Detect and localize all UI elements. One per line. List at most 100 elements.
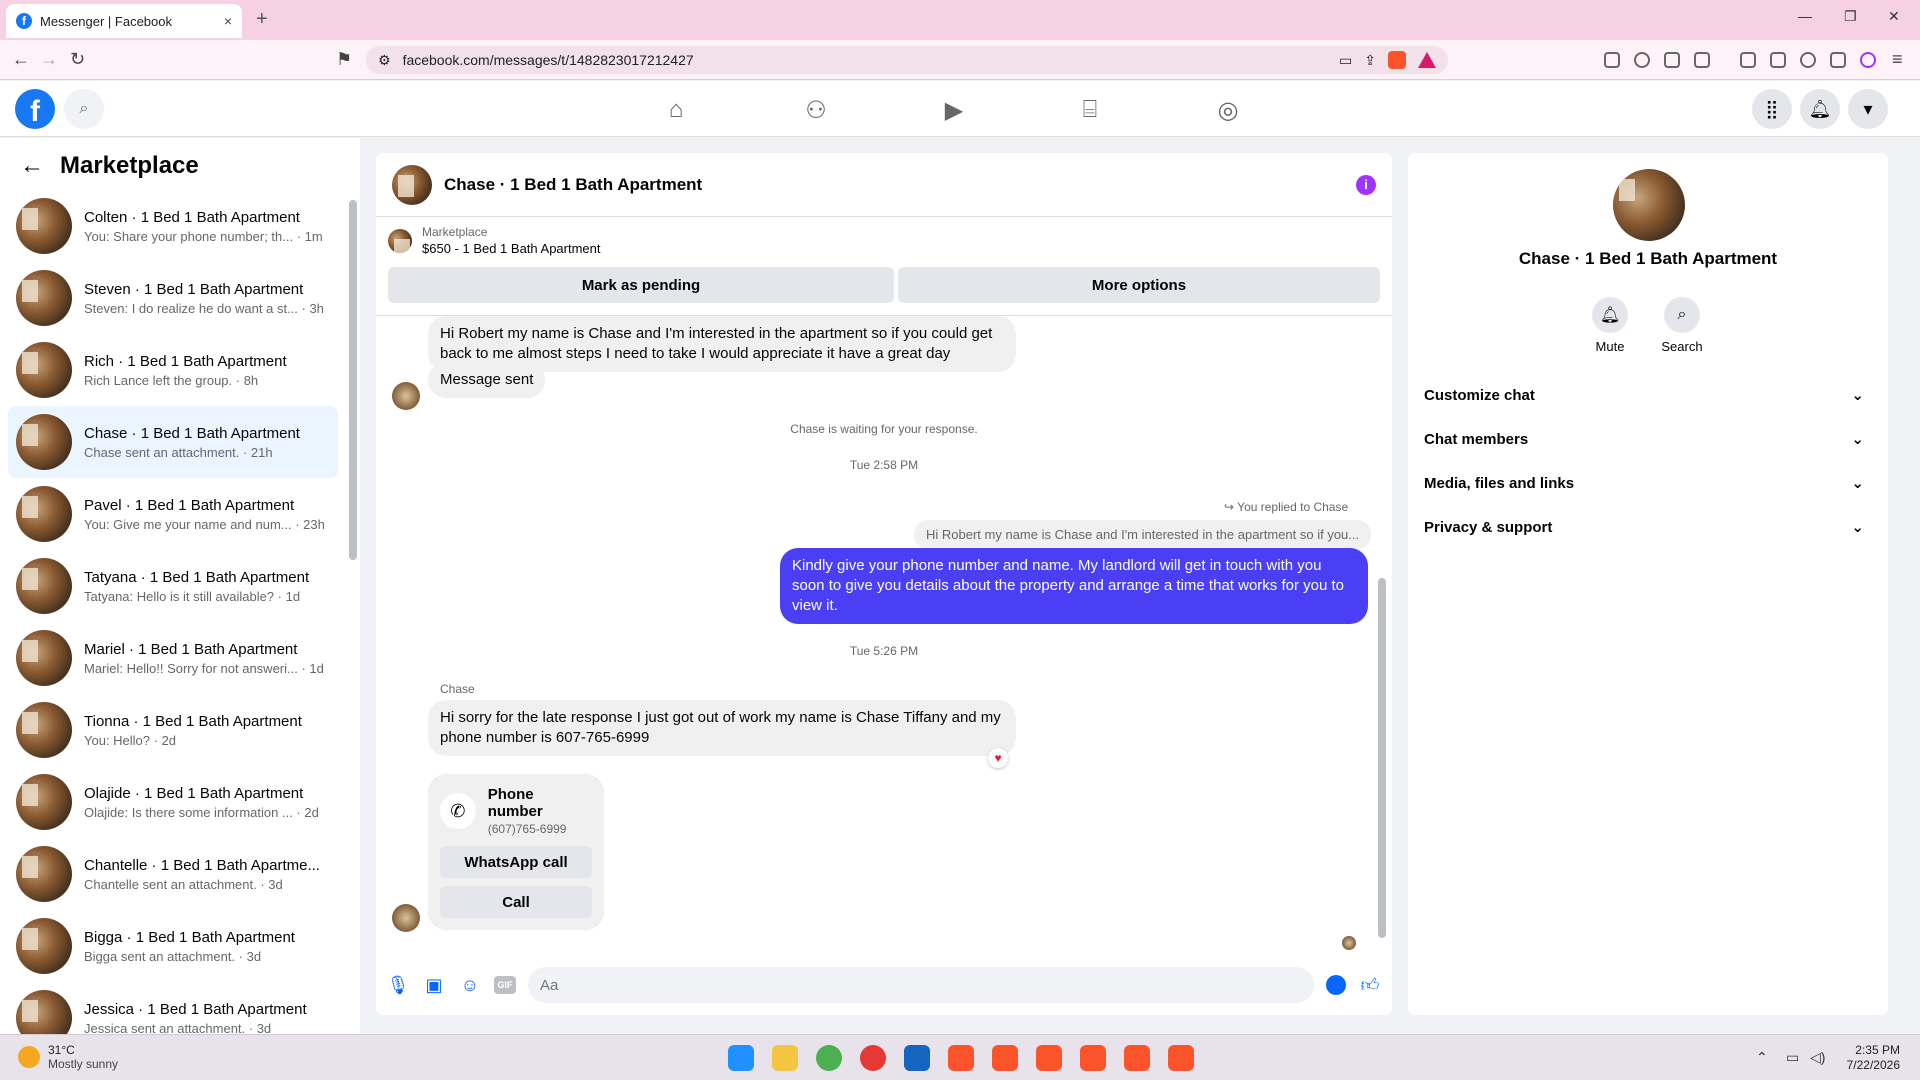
url-text[interactable]: facebook.com/messages/t/1482823017212427 [403, 52, 1327, 68]
search-button[interactable]: ⌕ Search [1652, 297, 1712, 354]
heart-reaction-icon[interactable]: ♥ [988, 748, 1008, 768]
image-icon[interactable]: ▣ [422, 973, 446, 997]
like-icon[interactable]: 👍︎ [1358, 973, 1382, 997]
menu-grid-icon[interactable]: ⣿ [1752, 89, 1792, 129]
facebook-logo-icon[interactable]: f [15, 89, 55, 129]
brave-icon[interactable] [1080, 1045, 1106, 1071]
conversation-item[interactable]: Tionna · 1 Bed 1 Bath Apartment You: Hell… [8, 694, 338, 766]
sidebar-icon[interactable] [1740, 52, 1756, 68]
share-icon[interactable]: ⇪ [1364, 52, 1376, 69]
close-tab-icon[interactable]: × [224, 13, 232, 29]
back-arrow-icon[interactable]: ← [20, 152, 44, 180]
close-window-icon[interactable]: ✕ [1888, 8, 1900, 25]
leo-icon[interactable] [1800, 52, 1816, 68]
avatar[interactable] [392, 164, 432, 205]
menu-icon[interactable]: ≡ [1892, 49, 1903, 70]
message-thread: Hi Robert my name is Chase and I'm inter… [376, 315, 1392, 955]
home-icon[interactable]: ⌂ [656, 93, 696, 127]
customize-chat-section[interactable]: Customize chat ⌄ [1424, 377, 1872, 413]
extension-icon[interactable] [1634, 52, 1650, 68]
conversation-item[interactable]: Rich · 1 Bed 1 Bath Apartment Rich Lance … [8, 334, 338, 406]
account-dropdown-icon[interactable]: ▾ [1848, 89, 1888, 129]
back-icon[interactable]: ← [12, 49, 30, 70]
start-icon[interactable] [728, 1045, 754, 1071]
groups-icon[interactable]: ◎ [1208, 93, 1248, 127]
brave-icon[interactable] [1124, 1045, 1150, 1071]
conversation-name: Tionna · 1 Bed 1 Bath Apartment [84, 712, 302, 730]
search-icon[interactable]: ⌕ [64, 89, 104, 129]
marketplace-icon[interactable]: ⌸ [1070, 93, 1110, 127]
conversation-item[interactable]: Chantelle · 1 Bed 1 Bath Apartme... Chant… [8, 838, 338, 910]
brave-icon[interactable] [1168, 1045, 1194, 1071]
more-options-button[interactable]: More options [898, 267, 1380, 303]
brave-rewards-icon[interactable] [1418, 52, 1436, 68]
restore-icon[interactable]: ❐ [1844, 8, 1857, 25]
volume-icon[interactable]: ◁) [1810, 1049, 1825, 1066]
weather-widget[interactable]: 31°C Mostly sunny [18, 1043, 118, 1071]
minimize-icon[interactable]: — [1798, 8, 1812, 24]
extension-icon[interactable] [1694, 52, 1710, 68]
brave-icon[interactable] [1036, 1045, 1062, 1071]
mute-button[interactable]: 🔔︎ Mute [1580, 297, 1640, 354]
privacy-support-section[interactable]: Privacy & support ⌄ [1424, 509, 1872, 545]
quoted-message[interactable]: Hi Robert my name is Chase and I'm inter… [914, 520, 1372, 549]
network-icon[interactable]: ▭ [1786, 1049, 1799, 1066]
call-button[interactable]: Call [440, 886, 592, 918]
chat-title[interactable]: Chase · 1 Bed 1 Bath Apartment [444, 175, 1344, 195]
whatsapp-call-button[interactable]: WhatsApp call [440, 846, 592, 878]
site-info-icon[interactable]: ⚙ [378, 52, 391, 69]
sticker-icon[interactable]: ☺ [458, 973, 482, 997]
sent-message-bubble[interactable]: Kindly give your phone number and name. … [780, 548, 1368, 624]
conversation-item[interactable]: Pavel · 1 Bed 1 Bath Apartment You: Give … [8, 478, 338, 550]
address-bar[interactable]: ⚙ facebook.com/messages/t/14828230172124… [366, 46, 1448, 74]
mark-pending-button[interactable]: Mark as pending [388, 267, 894, 303]
scrollbar-thumb[interactable] [349, 200, 357, 560]
marketplace-listing[interactable]: Marketplace $650 - 1 Bed 1 Bath Apartmen… [388, 225, 601, 256]
friends-icon[interactable]: ⚇ [796, 93, 836, 127]
info-icon[interactable]: i [1356, 174, 1376, 195]
bookmark-icon[interactable]: ⚑ [336, 49, 352, 70]
file-explorer-icon[interactable] [772, 1045, 798, 1071]
conversation-item[interactable]: Steven · 1 Bed 1 Bath Apartment Steven: I… [8, 262, 338, 334]
wallet-icon[interactable] [1770, 52, 1786, 68]
forward-icon[interactable]: → [40, 49, 58, 70]
chat-members-section[interactable]: Chat members ⌄ [1424, 421, 1872, 457]
cast-icon[interactable]: ▭ [1339, 52, 1352, 69]
video-icon[interactable]: ▶ [934, 93, 974, 127]
conversation-item[interactable]: Mariel · 1 Bed 1 Bath Apartment Mariel: H… [8, 622, 338, 694]
notifications-icon[interactable]: 🔔︎ [1800, 89, 1840, 129]
gif-icon[interactable]: GIF [494, 976, 516, 994]
profile-avatar[interactable] [1613, 169, 1685, 241]
scrollbar-thumb[interactable] [1378, 578, 1386, 938]
chat-scrollbar[interactable] [1378, 322, 1386, 942]
brave-icon[interactable] [948, 1045, 974, 1071]
notepad-icon[interactable] [904, 1045, 930, 1071]
conversation-item[interactable]: Colten · 1 Bed 1 Bath Apartment You: Shar… [8, 190, 338, 262]
conversation-item[interactable]: Tatyana · 1 Bed 1 Bath Apartment Tatyana:… [8, 550, 338, 622]
chrome-profile-icon[interactable] [860, 1045, 886, 1071]
reply-indicator: ↪ You replied to Chase [1224, 500, 1349, 514]
avatar [16, 918, 72, 974]
system-clock[interactable]: 2:35 PM 7/22/2026 [1847, 1043, 1900, 1073]
reload-icon[interactable]: ↻ [70, 49, 85, 70]
sidebar-scrollbar[interactable] [349, 190, 357, 1030]
message-bubble[interactable]: Message sent [428, 362, 546, 398]
vpn-icon[interactable] [1830, 52, 1846, 68]
conversation-item-active[interactable]: Chase · 1 Bed 1 Bath Apartment Chase sent… [8, 406, 338, 478]
puzzle-icon[interactable] [1664, 52, 1680, 68]
browser-tab[interactable]: f Messenger | Facebook × [6, 4, 242, 38]
conversation-item[interactable]: Olajide · 1 Bed 1 Bath Apartment Olajide:… [8, 766, 338, 838]
new-tab-button[interactable]: + [256, 8, 268, 31]
extension-icon[interactable] [1604, 52, 1620, 68]
emoji-icon[interactable] [1326, 975, 1346, 995]
message-bubble[interactable]: Hi sorry for the late response I just go… [428, 700, 1016, 756]
chevron-up-icon[interactable]: ⌃ [1756, 1049, 1768, 1066]
media-files-section[interactable]: Media, files and links ⌄ [1424, 465, 1872, 501]
message-input[interactable] [528, 967, 1314, 1003]
microphone-icon[interactable]: 🎙︎ [386, 973, 410, 997]
profile-icon[interactable] [1860, 52, 1876, 68]
conversation-item[interactable]: Bigga · 1 Bed 1 Bath Apartment Bigga sent… [8, 910, 338, 982]
brave-icon[interactable] [992, 1045, 1018, 1071]
chrome-icon[interactable] [816, 1045, 842, 1071]
brave-shields-icon[interactable] [1388, 51, 1406, 69]
